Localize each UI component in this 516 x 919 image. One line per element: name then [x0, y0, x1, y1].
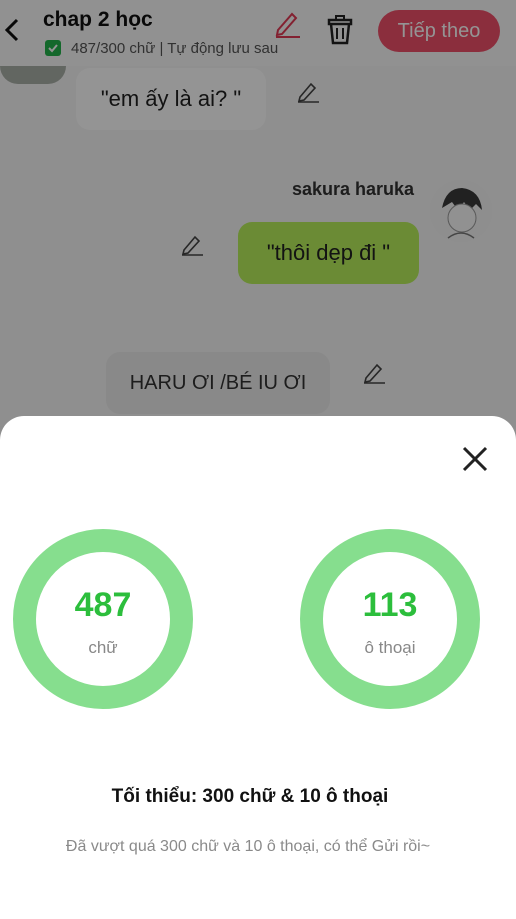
close-button[interactable] — [458, 442, 492, 476]
status-note: Đã vượt quá 300 chữ và 10 ô thoại, có th… — [65, 838, 431, 855]
minimum-requirement: Tối thiểu: 300 chữ & 10 ô thoại — [111, 786, 389, 807]
dialogue-count-ring: 113 ô thoại — [300, 529, 480, 709]
close-icon — [462, 446, 488, 472]
word-count-ring: 487 chữ — [13, 529, 193, 709]
dialogue-count-value: 113 — [362, 586, 418, 624]
word-count-value: 487 — [74, 586, 132, 624]
word-count-unit: chữ — [88, 638, 118, 657]
dialogue-count-unit: ô thoại — [364, 638, 416, 657]
